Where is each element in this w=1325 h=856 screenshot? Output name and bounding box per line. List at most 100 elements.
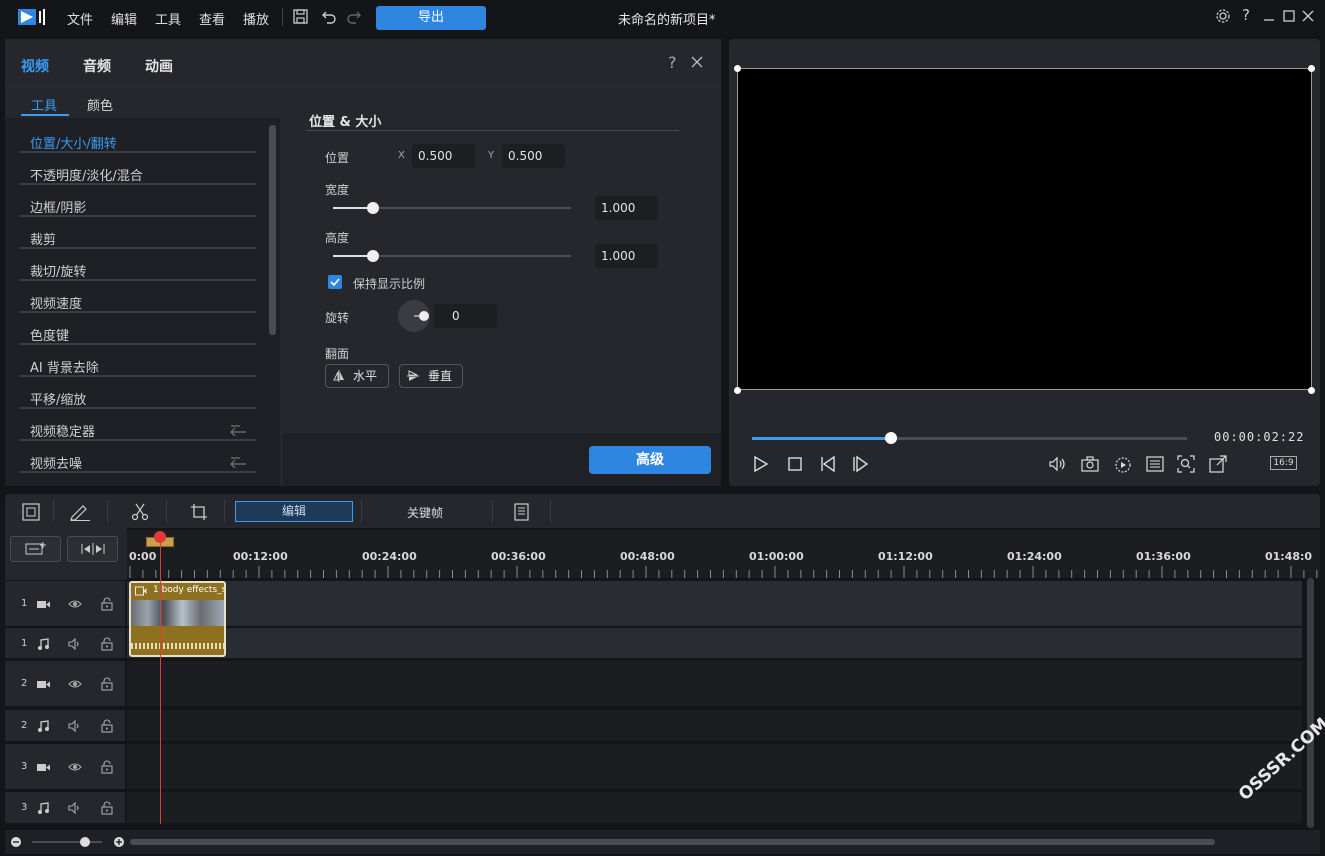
storyboard-icon[interactable] <box>22 503 40 521</box>
timeline-horizontal-scrollbar[interactable] <box>130 839 1215 845</box>
redo-icon[interactable] <box>346 8 364 26</box>
add-track-button[interactable] <box>10 536 61 562</box>
audio-track-icon[interactable] <box>36 637 50 651</box>
zoom-in-icon[interactable] <box>113 836 125 848</box>
chapter-list-icon[interactable] <box>1146 455 1164 473</box>
timeline-clip[interactable]: 1 body effects_s <box>129 581 226 657</box>
height-slider-knob[interactable] <box>367 250 379 262</box>
export-button[interactable]: 导出 <box>376 6 486 30</box>
tab-audio[interactable]: 音频 <box>83 56 111 76</box>
subtitle-icon[interactable] <box>512 503 530 521</box>
minimize-icon[interactable] <box>1261 8 1277 24</box>
aspect-ratio-button[interactable]: 16:9 <box>1270 456 1297 470</box>
track-lane[interactable] <box>127 710 1302 741</box>
menu-tools[interactable]: 工具 <box>155 9 181 28</box>
track-lane[interactable] <box>127 581 1302 626</box>
tool-item[interactable]: 色度键 <box>30 325 69 344</box>
tab-video[interactable]: 视频 <box>21 56 49 76</box>
tool-item[interactable]: 视频去噪 <box>30 453 82 472</box>
timeline-edit-tab[interactable]: 编辑 <box>235 501 353 522</box>
resize-handle-tl[interactable] <box>734 65 741 72</box>
volume-icon[interactable] <box>1048 455 1066 473</box>
menu-play[interactable]: 播放 <box>243 9 269 28</box>
edit-pen-icon[interactable] <box>69 503 91 521</box>
width-slider-knob[interactable] <box>367 202 379 214</box>
timeline-vertical-scrollbar[interactable] <box>1307 578 1314 828</box>
undo-icon[interactable] <box>319 8 337 26</box>
width-input[interactable]: 1.000 <box>595 196 658 220</box>
subtab-color[interactable]: 颜色 <box>87 95 113 114</box>
settings-icon[interactable] <box>1215 8 1231 24</box>
speaker-icon[interactable] <box>68 801 82 815</box>
lock-icon[interactable] <box>100 760 114 774</box>
zoom-slider-track[interactable] <box>32 841 102 843</box>
split-scissors-icon[interactable] <box>131 503 149 521</box>
eye-icon[interactable] <box>68 677 82 691</box>
maximize-icon[interactable] <box>1281 8 1297 24</box>
track-lane[interactable] <box>127 744 1302 789</box>
playback-quality-icon[interactable] <box>1114 455 1132 473</box>
video-track-icon[interactable] <box>36 677 50 691</box>
lock-icon[interactable] <box>100 637 114 651</box>
tool-list-scrollbar[interactable] <box>269 125 276 335</box>
tool-item[interactable]: AI 背景去除 <box>30 357 99 376</box>
save-icon[interactable] <box>292 8 310 26</box>
height-input[interactable]: 1.000 <box>595 244 658 268</box>
video-track-icon[interactable] <box>36 760 50 774</box>
resize-handle-br[interactable] <box>1308 387 1315 394</box>
zoom-slider-knob[interactable] <box>80 837 90 847</box>
panel-close-icon[interactable] <box>690 55 704 69</box>
subtab-tools[interactable]: 工具 <box>31 95 57 114</box>
speaker-icon[interactable] <box>68 719 82 733</box>
track-lane[interactable] <box>127 792 1302 823</box>
playhead-handle[interactable] <box>154 531 166 543</box>
tool-item[interactable]: 视频速度 <box>30 293 82 312</box>
flip-horizontal-button[interactable]: 水平 <box>325 364 389 388</box>
crop-icon[interactable] <box>190 503 208 521</box>
lock-icon[interactable] <box>100 719 114 733</box>
next-frame-icon[interactable] <box>853 455 871 473</box>
tab-animation[interactable]: 动画 <box>145 56 173 76</box>
rotate-input[interactable]: 0 <box>434 304 497 328</box>
menu-edit[interactable]: 编辑 <box>111 9 137 28</box>
stop-icon[interactable] <box>786 455 804 473</box>
resize-handle-tr[interactable] <box>1308 65 1315 72</box>
audio-track-icon[interactable] <box>36 801 50 815</box>
speaker-icon[interactable] <box>68 637 82 651</box>
video-track-icon[interactable] <box>36 597 50 611</box>
tool-item[interactable]: 平移/缩放 <box>30 389 86 408</box>
playback-progress-knob[interactable] <box>885 432 897 444</box>
zoom-out-icon[interactable] <box>10 836 22 848</box>
tool-item[interactable]: 位置/大小/翻转 <box>30 133 117 152</box>
video-canvas[interactable] <box>737 68 1312 390</box>
snapshot-camera-icon[interactable] <box>1081 455 1099 473</box>
audio-track-icon[interactable] <box>36 719 50 733</box>
tool-item[interactable]: 裁切/旋转 <box>30 261 86 280</box>
flip-vertical-button[interactable]: 垂直 <box>399 364 463 388</box>
panel-help-icon[interactable]: ? <box>668 53 677 72</box>
resize-handle-bl[interactable] <box>734 387 741 394</box>
undock-preview-icon[interactable] <box>1209 455 1227 473</box>
keep-ratio-checkbox[interactable] <box>328 275 342 289</box>
tool-item[interactable]: 不透明度/淡化/混合 <box>30 165 143 184</box>
eye-icon[interactable] <box>68 597 82 611</box>
timeline-keyframe-tab[interactable]: 关键帧 <box>385 504 465 521</box>
lock-icon[interactable] <box>100 677 114 691</box>
menu-file[interactable]: 文件 <box>67 9 93 28</box>
zoom-preview-icon[interactable] <box>1177 455 1195 473</box>
tool-item[interactable]: 裁剪 <box>30 229 56 248</box>
previous-frame-icon[interactable] <box>820 455 838 473</box>
position-y-input[interactable]: 0.500 <box>502 144 565 168</box>
fit-timeline-button[interactable] <box>67 536 118 562</box>
track-lane[interactable] <box>127 661 1302 706</box>
play-icon[interactable] <box>752 455 770 473</box>
close-icon[interactable] <box>1300 8 1316 24</box>
help-icon[interactable]: ? <box>1242 6 1250 24</box>
track-lane[interactable] <box>127 628 1302 658</box>
advanced-button[interactable]: 高级 <box>589 446 711 474</box>
tool-item[interactable]: 视频稳定器 <box>30 421 95 440</box>
eye-icon[interactable] <box>68 760 82 774</box>
rotate-dial[interactable] <box>398 300 430 332</box>
lock-icon[interactable] <box>100 597 114 611</box>
tool-item[interactable]: 边框/阴影 <box>30 197 86 216</box>
